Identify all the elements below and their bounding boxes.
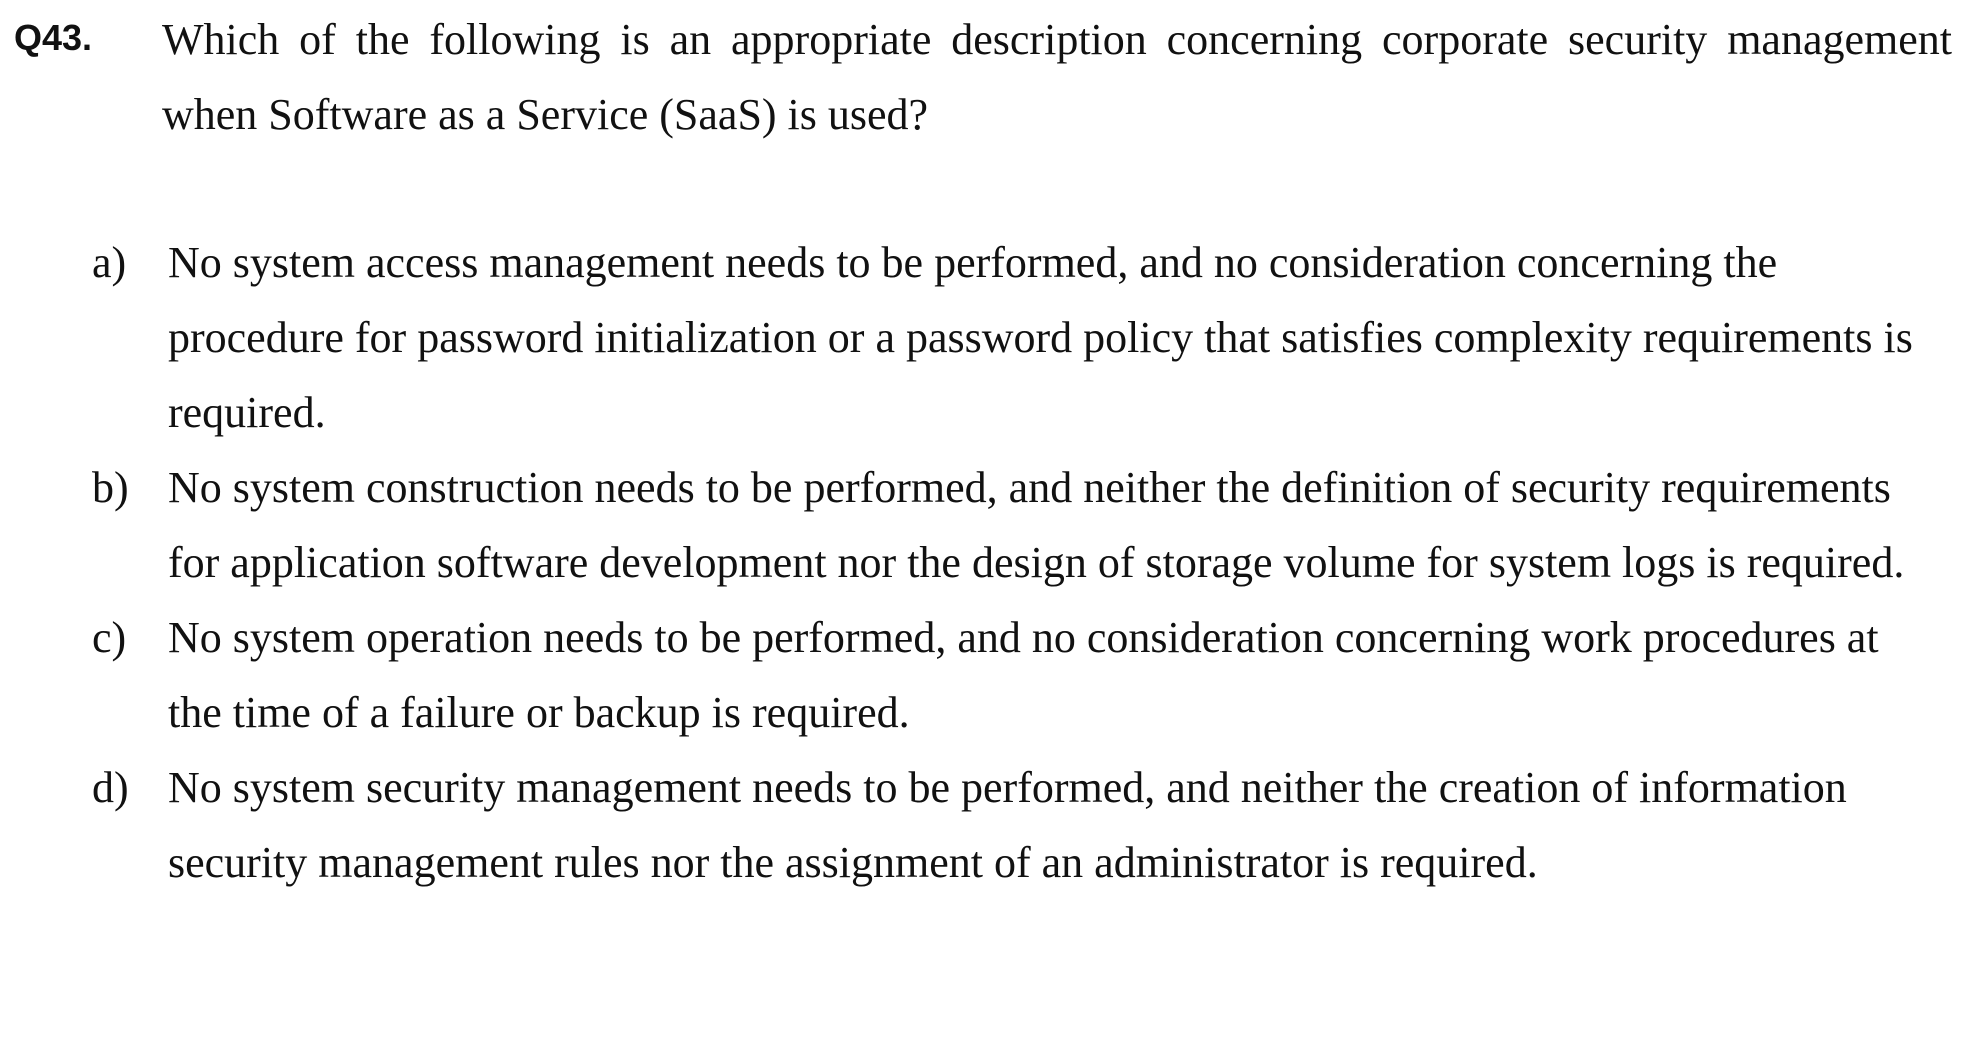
option-d: d) No system security management needs t… [92,750,1956,900]
option-c-label: c) [92,613,127,662]
option-b-label: b) [92,463,129,512]
question-text: Which of the following is an appropriate… [162,15,1952,139]
option-d-text: No system security management needs to b… [168,763,1847,887]
option-c-text: No system operation needs to be performe… [168,613,1879,737]
option-b: b) No system construction needs to be pe… [92,450,1956,600]
option-b-text: No system construction needs to be perfo… [168,463,1905,587]
option-a-label: a) [92,238,127,287]
option-c: c) No system operation needs to be perfo… [92,600,1956,750]
question-block: Q43. Which of the following is an approp… [14,2,1954,152]
answer-options: a) No system access management needs to … [92,225,1956,900]
option-d-label: d) [92,763,129,812]
option-a-text: No system access management needs to be … [168,238,1913,437]
question-number: Q43. [14,17,93,58]
option-a: a) No system access management needs to … [92,225,1956,450]
